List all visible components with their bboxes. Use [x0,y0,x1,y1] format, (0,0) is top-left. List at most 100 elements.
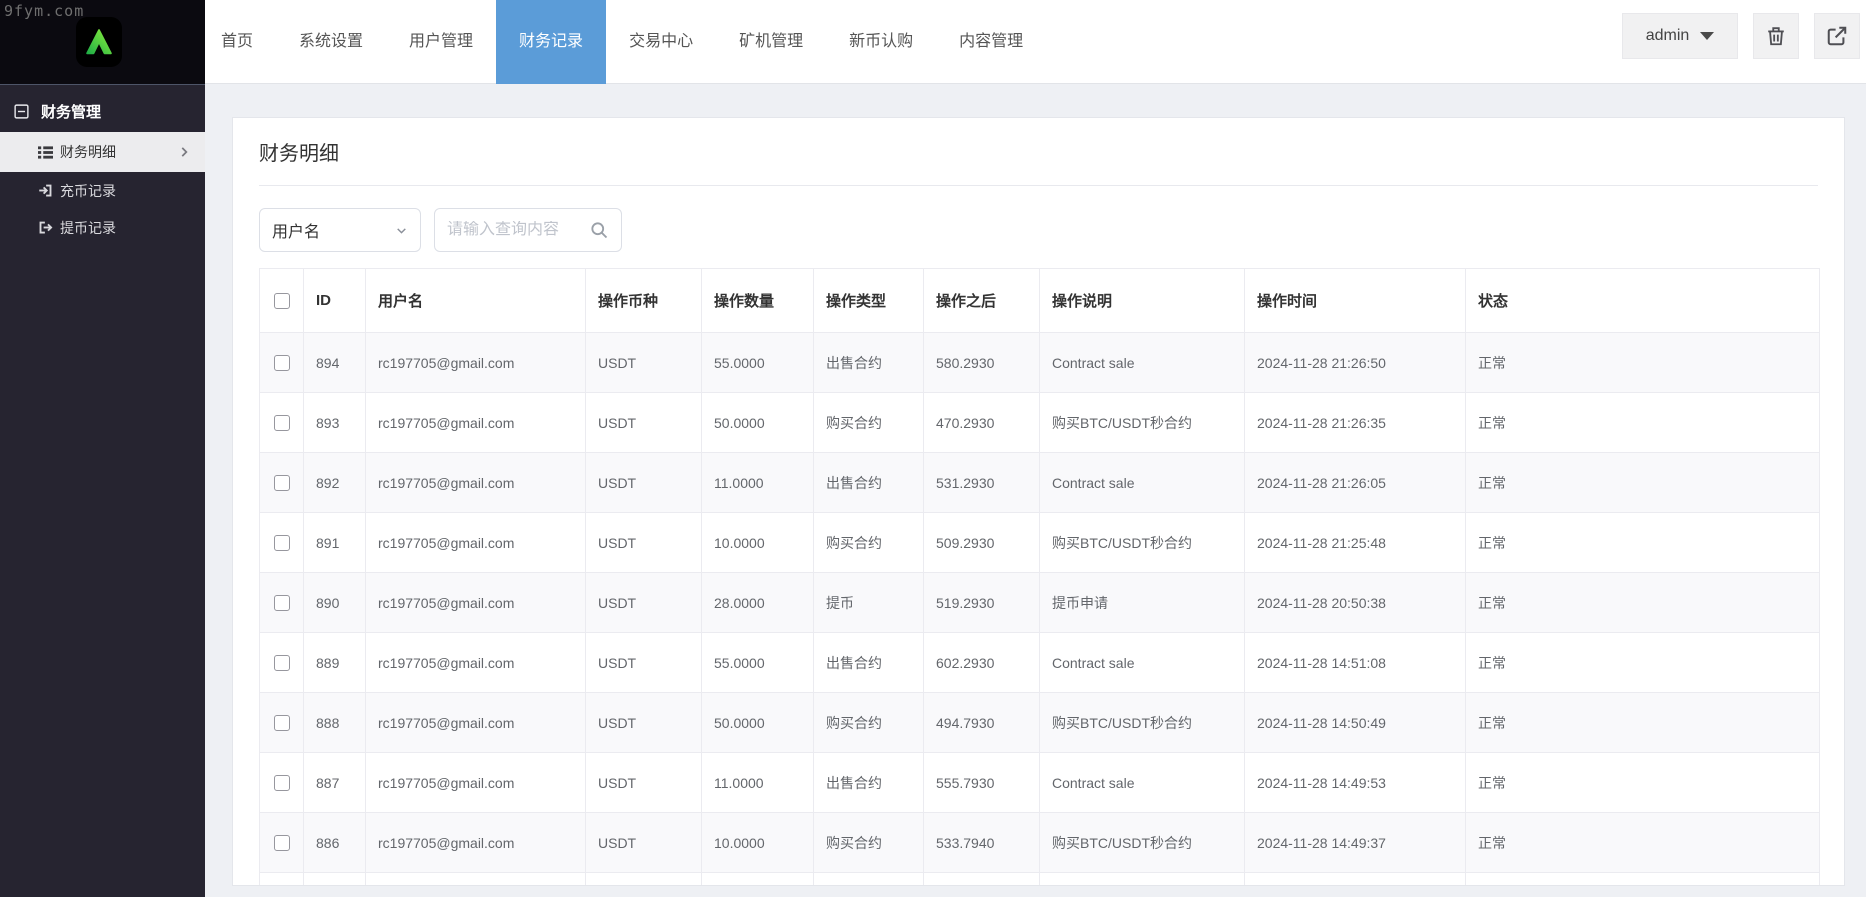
cell-id: 886 [304,813,366,873]
row-checkbox[interactable] [274,415,290,431]
cell-status: 正常 [1466,513,1820,573]
cell-coin: USDT [586,573,702,633]
filter-field-select[interactable]: 用户名 [259,208,421,252]
cell-time: 2024-11-28 14:51:08 [1245,633,1466,693]
cell-type: 出售合约 [814,633,924,693]
search-icon[interactable] [589,220,609,240]
cell-time: 2024-11-28 14:49:22 [1245,873,1466,887]
column-header: 操作数量 [702,269,814,333]
cell-amount: 10.0000 [702,513,814,573]
cell-desc: Contract sale [1040,753,1245,813]
nav-tab-7[interactable]: 内容管理 [936,0,1046,84]
sign-out-icon [38,220,53,235]
cell-type: 提币 [814,573,924,633]
cell-time: 2024-11-28 14:49:37 [1245,813,1466,873]
cell-id: 887 [304,753,366,813]
sidebar-item-0[interactable]: 财务明细 [0,132,205,172]
row-checkbox[interactable] [274,835,290,851]
cell-status: 正常 [1466,693,1820,753]
sidebar-item-2[interactable]: 提币记录 [0,209,205,246]
sign-in-icon [38,183,53,198]
table-row: 893rc197705@gmail.comUSDT50.0000购买合约470.… [260,393,1820,453]
row-checkbox[interactable] [274,655,290,671]
cell-desc: 购买BTC/USDT秒合约 [1040,393,1245,453]
select-all-checkbox[interactable] [274,293,290,309]
cell-username: rc197705@gmail.com [366,573,586,633]
cell-after: 509.2930 [924,513,1040,573]
records-table: ID用户名操作币种操作数量操作类型操作之后操作说明操作时间状态 894rc197… [259,268,1820,886]
sidebar-section-label: 财务管理 [41,101,101,122]
user-name: admin [1646,27,1690,45]
nav-tab-5[interactable]: 矿机管理 [716,0,826,84]
table-row: 891rc197705@gmail.comUSDT10.0000购买合约509.… [260,513,1820,573]
cell-type: 出售合约 [814,333,924,393]
sidebar-item-label: 财务明细 [60,142,116,162]
table-row: 887rc197705@gmail.comUSDT11.0000出售合约555.… [260,753,1820,813]
cell-type: 出售合约 [814,753,924,813]
cell-after: 531.2930 [924,453,1040,513]
row-checkbox[interactable] [274,775,290,791]
cell-coin: USDT [586,813,702,873]
nav-tab-6[interactable]: 新币认购 [826,0,936,84]
sidebar-section-finance[interactable]: 财务管理 [13,99,205,123]
cell-id: 890 [304,573,366,633]
cell-amount: 55.0000 [702,873,814,887]
trash-icon [1765,25,1787,47]
export-button[interactable] [1814,13,1860,59]
cell-id: 885 [304,873,366,887]
row-checkbox[interactable] [274,595,290,611]
table-header-row: ID用户名操作币种操作数量操作类型操作之后操作说明操作时间状态 [260,269,1820,333]
cell-amount: 11.0000 [702,453,814,513]
cell-coin: USDT [586,453,702,513]
column-header: 操作类型 [814,269,924,333]
cell-type: 出售合约 [814,453,924,513]
cell-time: 2024-11-28 14:49:53 [1245,753,1466,813]
caret-down-icon [1700,32,1714,40]
cell-type: 购买合约 [814,393,924,453]
cell-after: 602.2930 [924,633,1040,693]
column-header: 操作说明 [1040,269,1245,333]
cell-username: rc197705@gmail.com [366,513,586,573]
search-box [434,208,622,252]
cell-username: rc197705@gmail.com [366,873,586,887]
cell-desc: Contract sale [1040,873,1245,887]
nav-tab-3[interactable]: 财务记录 [496,0,606,84]
top-bar: 9fym.com 首页系统设置用户管理财务记录交易中心矿机管理新币认购内容管理 … [0,0,1866,84]
row-checkbox[interactable] [274,715,290,731]
sidebar-item-label: 充币记录 [60,181,116,201]
cell-after: 588.7940 [924,873,1040,887]
nav-tab-0[interactable]: 首页 [198,0,276,84]
sidebar-item-1[interactable]: 充币记录 [0,172,205,209]
cell-type: 购买合约 [814,813,924,873]
search-input[interactable] [447,221,575,239]
column-header: 操作币种 [586,269,702,333]
cell-id: 894 [304,333,366,393]
sidebar-item-label: 提币记录 [60,218,116,238]
row-checkbox[interactable] [274,355,290,371]
column-header: 用户名 [366,269,586,333]
column-header: 操作之后 [924,269,1040,333]
cell-status: 正常 [1466,813,1820,873]
trash-button[interactable] [1753,13,1799,59]
table-row: 885rc197705@gmail.comUSDT55.0000出售合约588.… [260,873,1820,887]
nav-tab-2[interactable]: 用户管理 [386,0,496,84]
row-checkbox[interactable] [274,535,290,551]
cell-desc: Contract sale [1040,633,1245,693]
cell-id: 888 [304,693,366,753]
column-header: 状态 [1466,269,1820,333]
row-checkbox[interactable] [274,475,290,491]
cell-after: 580.2930 [924,333,1040,393]
cell-username: rc197705@gmail.com [366,453,586,513]
cell-status: 正常 [1466,633,1820,693]
cell-time: 2024-11-28 14:50:49 [1245,693,1466,753]
cell-desc: 购买BTC/USDT秒合约 [1040,813,1245,873]
nav-tab-4[interactable]: 交易中心 [606,0,716,84]
cell-desc: Contract sale [1040,333,1245,393]
nav-tab-1[interactable]: 系统设置 [276,0,386,84]
user-menu-button[interactable]: admin [1622,13,1738,59]
sidebar: 财务管理 财务明细充币记录提币记录 [0,84,205,897]
cell-coin: USDT [586,513,702,573]
cell-status: 正常 [1466,873,1820,887]
cell-coin: USDT [586,393,702,453]
cell-status: 正常 [1466,333,1820,393]
